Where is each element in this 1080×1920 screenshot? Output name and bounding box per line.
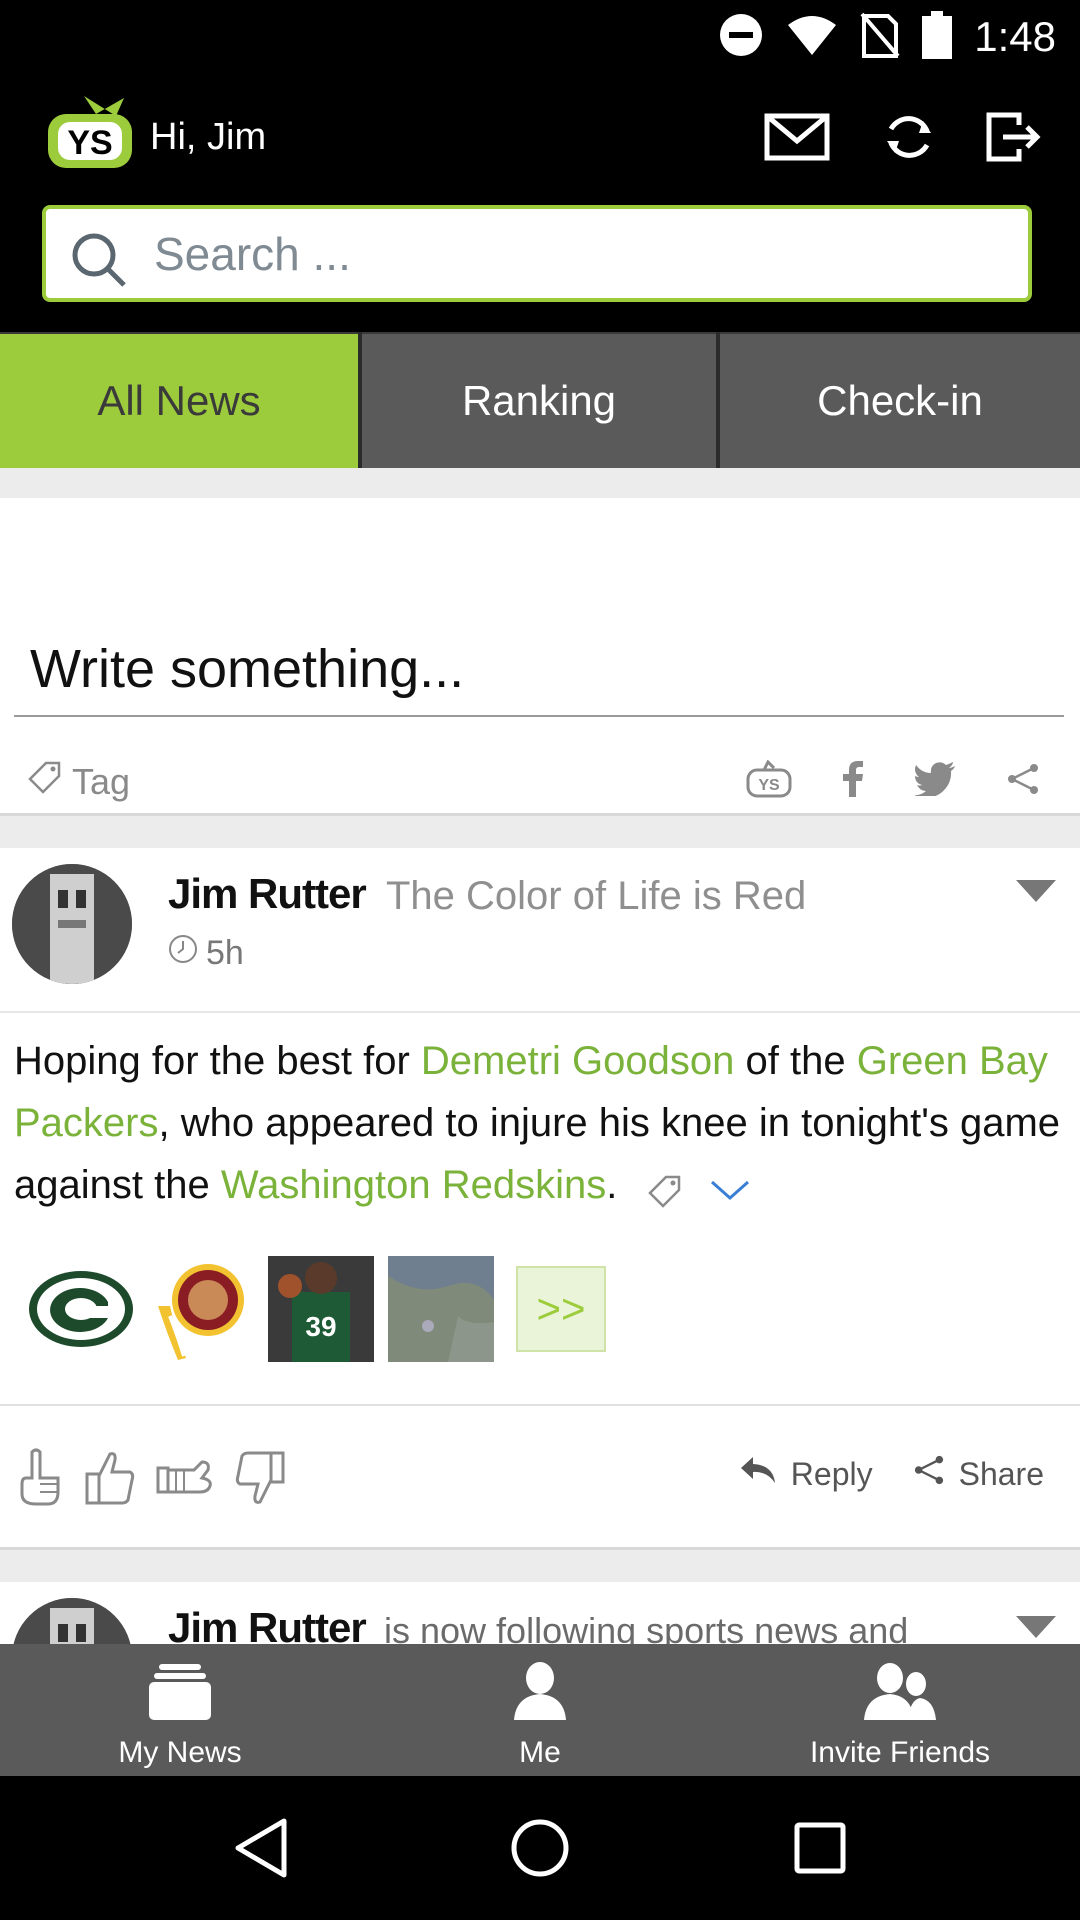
tab-bar: All News Ranking Check-in (0, 332, 1080, 468)
share-icon[interactable] (1006, 762, 1040, 801)
link-washington-redskins[interactable]: Washington Redskins (221, 1163, 606, 1207)
friends-icon (864, 1662, 936, 1736)
logout-icon[interactable] (978, 102, 1048, 172)
redskins-logo-thumbnail[interactable] (148, 1256, 254, 1362)
news-post: Jim Rutter The Color of Life is Red 5h H… (0, 848, 1080, 1550)
svg-text:39: 39 (305, 1311, 336, 1342)
packers-logo-thumbnail[interactable] (28, 1256, 134, 1362)
status-icons: 1:48 (718, 10, 1056, 64)
post-body: Hoping for the best for Demetri Goodson … (14, 1030, 1064, 1226)
facebook-icon[interactable] (842, 761, 864, 802)
thumbs-up-icon[interactable] (84, 1450, 136, 1511)
share-button[interactable]: Share (913, 1454, 1044, 1494)
post-author[interactable]: Jim Rutter (168, 870, 367, 918)
post-time-label: 5h (206, 934, 244, 972)
post-header-divider (0, 1011, 1080, 1013)
back-icon[interactable] (210, 1798, 310, 1898)
share-label: Share (958, 1455, 1044, 1492)
twitter-icon[interactable] (914, 762, 956, 801)
composer-share-icons: YS (746, 759, 1040, 803)
share-icon (913, 1454, 945, 1494)
thumbs-down-icon[interactable] (234, 1450, 286, 1511)
ys-logo[interactable]: YS (44, 94, 136, 172)
recents-icon[interactable] (770, 1798, 870, 1898)
post-text-part: . (606, 1163, 618, 1207)
expand-chevron-icon[interactable] (710, 1158, 750, 1220)
status-bar: 1:48 (0, 0, 1080, 72)
tag-label: Tag (72, 760, 131, 802)
thumbs-sideways-icon[interactable] (156, 1458, 214, 1503)
stack-icon (149, 1664, 211, 1736)
composer-underline (14, 715, 1064, 717)
nav-me-label: Me (519, 1736, 561, 1769)
ys-share-icon[interactable]: YS (746, 759, 792, 803)
player-photo-thumbnail[interactable]: 39 (268, 1256, 374, 1362)
nav-invite-friends[interactable]: Invite Friends (720, 1644, 1080, 1776)
nav-my-news[interactable]: My News (0, 1644, 360, 1776)
wifi-icon (786, 13, 838, 62)
post-subtitle: The Color of Life is Red (386, 874, 807, 918)
battery-icon (922, 10, 953, 64)
post-menu-caret-icon[interactable] (1016, 1616, 1056, 1644)
clock-icon (168, 934, 198, 973)
point-up-icon[interactable] (18, 1448, 64, 1513)
logo-text: YS (67, 124, 112, 162)
person-icon (514, 1662, 566, 1736)
post-tag-icon[interactable] (648, 1164, 682, 1226)
post-text-part: of the (734, 1039, 857, 1083)
reply-label: Reply (790, 1455, 873, 1492)
reply-icon (739, 1455, 777, 1493)
post-author[interactable]: Jim Rutter (168, 1604, 367, 1644)
tag-icon (28, 760, 62, 803)
more-thumbnails-button[interactable]: >> (516, 1266, 606, 1352)
system-nav-bar (0, 1776, 1080, 1920)
reaction-icons (18, 1448, 286, 1513)
reply-button[interactable]: Reply (739, 1455, 873, 1493)
news-feed[interactable]: Write something... Tag YS Jim Rutter The… (0, 468, 1080, 1644)
bottom-nav: My News Me Invite Friends (0, 1644, 1080, 1776)
home-icon[interactable] (490, 1798, 590, 1898)
link-demetri-goodson[interactable]: Demetri Goodson (421, 1039, 734, 1083)
nav-my-news-label: My News (118, 1736, 242, 1769)
post-subtitle: is now following sports news and (384, 1610, 909, 1644)
map-thumbnail[interactable] (388, 1256, 494, 1362)
post-thumbnails: 39 >> (28, 1256, 606, 1362)
search-icon (68, 229, 128, 294)
tag-button[interactable]: Tag (28, 760, 130, 803)
nav-me[interactable]: Me (360, 1644, 720, 1776)
nav-invite-friends-label: Invite Friends (809, 1736, 991, 1769)
status-time: 1:48 (974, 13, 1056, 60)
avatar[interactable] (12, 1598, 132, 1644)
post-time: 5h (168, 934, 244, 973)
do-not-disturb-icon (718, 12, 764, 63)
news-post: Jim Rutter is now following sports news … (0, 1582, 1080, 1644)
post-composer: Write something... Tag YS (0, 498, 1080, 816)
post-actions: Reply Share (739, 1454, 1044, 1494)
avatar[interactable] (12, 864, 132, 984)
write-something-input[interactable]: Write something... (30, 638, 464, 700)
post-menu-caret-icon[interactable] (1016, 880, 1056, 909)
mail-icon[interactable] (762, 102, 832, 172)
svg-text:YS: YS (758, 777, 780, 794)
post-actions-divider (0, 1404, 1080, 1406)
refresh-icon[interactable] (874, 102, 944, 172)
tab-check-in[interactable]: Check-in (720, 332, 1080, 468)
post-text-part: Hoping for the best for (14, 1039, 421, 1083)
greeting-text: Hi, Jim (150, 116, 267, 158)
search-box[interactable] (42, 205, 1032, 302)
tab-all-news[interactable]: All News (0, 332, 358, 468)
search-input[interactable] (154, 221, 994, 287)
tab-ranking[interactable]: Ranking (362, 332, 716, 468)
app-header: YS Hi, Jim (0, 72, 1080, 332)
no-sim-icon (860, 12, 900, 63)
